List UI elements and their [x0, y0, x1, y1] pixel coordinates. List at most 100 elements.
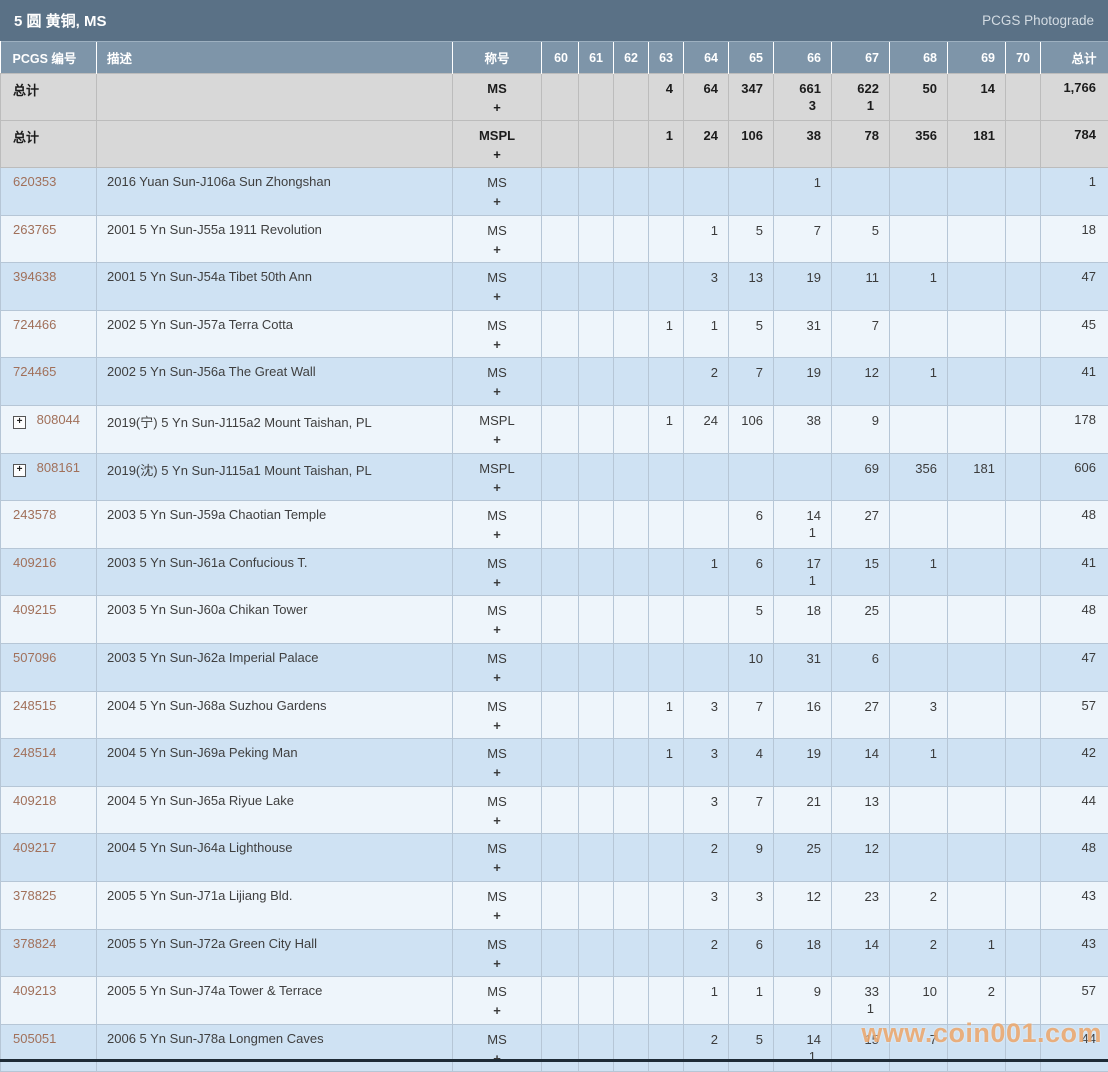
- pcgs-number-link[interactable]: 808161: [37, 460, 80, 475]
- grade-60-cell: [542, 1024, 579, 1072]
- pcgs-number-link[interactable]: 248515: [13, 698, 56, 713]
- grade-70-cell: [1006, 501, 1041, 549]
- grade-60-cell: [542, 643, 579, 691]
- grade-61-cell: [579, 263, 614, 311]
- pcgs-number-link[interactable]: 724465: [13, 364, 56, 379]
- pcgs-number-cell: 378825: [1, 881, 97, 929]
- grade-61-cell: [579, 358, 614, 406]
- coin-description: 2019(宁) 5 Yn Sun-J115a2 Mount Taishan, P…: [97, 405, 453, 453]
- grade-64-cell: 1: [684, 310, 729, 358]
- grade-70-cell: [1006, 121, 1041, 168]
- plus-designation-label: +: [453, 145, 541, 164]
- coin-description: 2003 5 Yn Sun-J62a Imperial Palace: [97, 643, 453, 691]
- grade-69-cell: [948, 168, 1006, 216]
- grade-65-cell: 6: [729, 501, 774, 549]
- grade-65-cell: 347: [729, 74, 774, 121]
- designation-label: MS: [453, 221, 541, 240]
- pcgs-number-link[interactable]: 248514: [13, 745, 56, 760]
- plus-designation-label: +: [453, 954, 541, 973]
- designation-label: MS: [453, 79, 541, 98]
- grade-68-cell: [890, 643, 948, 691]
- pcgs-number-link[interactable]: 263765: [13, 222, 56, 237]
- pcgs-number-link[interactable]: 378825: [13, 888, 56, 903]
- designation-label: MSPL: [453, 411, 541, 430]
- plus-designation-label: +: [453, 287, 541, 306]
- grade-69-cell: 14: [948, 74, 1006, 121]
- grade-62-cell: [614, 501, 649, 549]
- grade-62-cell: [614, 929, 649, 977]
- grade-61-cell: [579, 929, 614, 977]
- grade-69-cell: [948, 596, 1006, 644]
- grade-62-cell: [614, 881, 649, 929]
- grade-64-cell: [684, 596, 729, 644]
- grade-70-cell: [1006, 786, 1041, 834]
- pcgs-number-link[interactable]: 409216: [13, 555, 56, 570]
- pcgs-number-link[interactable]: 505051: [13, 1031, 56, 1046]
- pcgs-number-cell: 394638: [1, 263, 97, 311]
- grade-70-cell: [1006, 643, 1041, 691]
- table-row: + 808161 2019(沈) 5 Yn Sun-J115a1 Mount T…: [1, 453, 1108, 501]
- plus-designation-label: +: [453, 811, 541, 830]
- grade-61-cell: [579, 405, 614, 453]
- grade-64-cell: 3: [684, 786, 729, 834]
- designation-label: MS: [453, 1030, 541, 1049]
- summary-row: 总计 MSPL + 1 24 106 38 78 356 181 784: [1, 121, 1108, 168]
- total-cell: 48: [1041, 834, 1108, 882]
- grade-60-cell: [542, 310, 579, 358]
- pcgs-number-link[interactable]: 724466: [13, 317, 56, 332]
- table-row: 248515 2004 5 Yn Sun-J68a Suzhou Gardens…: [1, 691, 1108, 739]
- designation-label: MSPL: [453, 126, 541, 145]
- pcgs-number-cell: + 808044: [1, 405, 97, 453]
- grade-66-cell: 38: [774, 405, 832, 453]
- expand-icon[interactable]: +: [13, 416, 26, 429]
- pcgs-number-link[interactable]: 409217: [13, 840, 56, 855]
- grade-69-cell: [948, 1024, 1006, 1072]
- designation-label: MS: [453, 173, 541, 192]
- grade-63-cell: [649, 358, 684, 406]
- grade-65-cell: [729, 168, 774, 216]
- grade-69-cell: [948, 881, 1006, 929]
- grade-64-cell: 3: [684, 263, 729, 311]
- plus-designation-label: +: [453, 98, 541, 117]
- col-header-description: 描述: [97, 42, 453, 74]
- grade-63-cell: [649, 834, 684, 882]
- total-cell: 42: [1041, 739, 1108, 787]
- grade-64-cell: 2: [684, 1024, 729, 1072]
- grade-67-cell: 6221: [832, 74, 890, 121]
- grade-62-cell: [614, 1024, 649, 1072]
- table-row: 409217 2004 5 Yn Sun-J64a Lighthouse MS …: [1, 834, 1108, 882]
- grade-61-cell: [579, 310, 614, 358]
- pcgs-number-link[interactable]: 808044: [37, 412, 80, 427]
- coin-description: 2002 5 Yn Sun-J56a The Great Wall: [97, 358, 453, 406]
- pcgs-number-link[interactable]: 409215: [13, 602, 56, 617]
- expand-icon[interactable]: +: [13, 464, 26, 477]
- grade-64-cell: 64: [684, 74, 729, 121]
- grade-60-cell: [542, 691, 579, 739]
- coin-description: 2005 5 Yn Sun-J74a Tower & Terrace: [97, 977, 453, 1025]
- designation-label: MS: [453, 839, 541, 858]
- pcgs-number-link[interactable]: 394638: [13, 269, 56, 284]
- grade-60-cell: [542, 168, 579, 216]
- pcgs-number-link[interactable]: 409213: [13, 983, 56, 998]
- grade-64-cell: 3: [684, 881, 729, 929]
- col-header-grade-60: 60: [542, 42, 579, 74]
- designation-cell: MS +: [453, 168, 542, 216]
- grade-70-cell: [1006, 405, 1041, 453]
- col-header-grade-61: 61: [579, 42, 614, 74]
- pcgs-number-link[interactable]: 620353: [13, 174, 56, 189]
- pcgs-number-link[interactable]: 378824: [13, 936, 56, 951]
- grade-70-cell: [1006, 263, 1041, 311]
- grade-67-cell: 6: [832, 643, 890, 691]
- grade-66-cell: 6613: [774, 74, 832, 121]
- table-row: 263765 2001 5 Yn Sun-J55a 1911 Revolutio…: [1, 215, 1108, 263]
- pcgs-photograde-link[interactable]: PCGS Photograde: [982, 13, 1094, 28]
- grade-68-cell: 50: [890, 74, 948, 121]
- grade-63-cell: [649, 786, 684, 834]
- designation-cell: MS +: [453, 834, 542, 882]
- grade-68-cell: 356: [890, 121, 948, 168]
- pcgs-number-link[interactable]: 507096: [13, 650, 56, 665]
- pcgs-number-link[interactable]: 409218: [13, 793, 56, 808]
- pcgs-number-link[interactable]: 243578: [13, 507, 56, 522]
- col-header-grade-68: 68: [890, 42, 948, 74]
- table-row: 394638 2001 5 Yn Sun-J54a Tibet 50th Ann…: [1, 263, 1108, 311]
